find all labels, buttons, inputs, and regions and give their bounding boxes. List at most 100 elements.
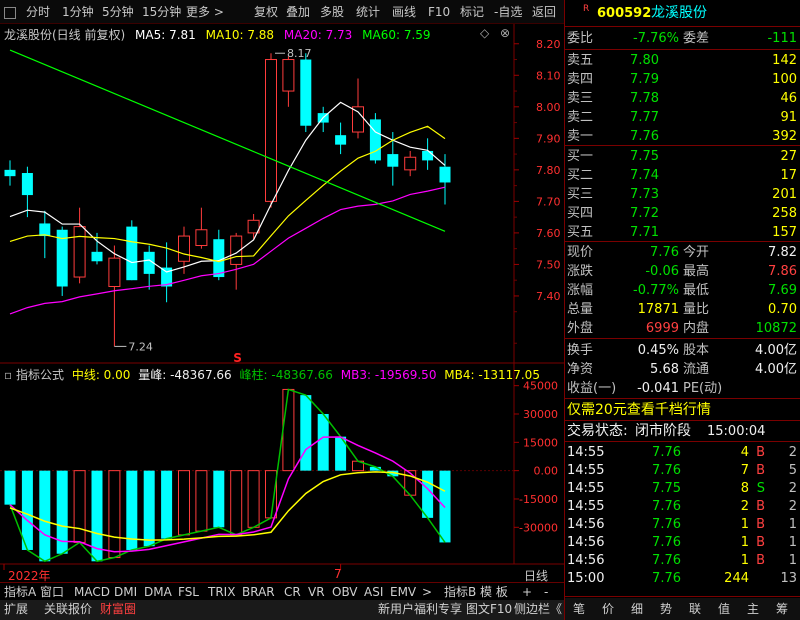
stat-label: 最高 (683, 264, 710, 279)
sidebar-toggle[interactable]: 侧边栏《 (514, 600, 562, 619)
kline-chart[interactable]: 8.17 7.24 S 8.20 8.10 8.00 7.90 7.80 7.70 7.60 7.… (0, 24, 564, 582)
candle-body (265, 59, 277, 202)
wealth-circle-tab[interactable]: 财富圈 (100, 600, 136, 619)
ask-label: 卖五 (567, 53, 594, 68)
tick-price: 7.76 (652, 499, 681, 514)
indicator-toggle-icon[interactable]: ▫ (4, 368, 12, 382)
back-button[interactable]: 返回 (532, 0, 556, 24)
tab-more[interactable]: 更多 > (186, 0, 224, 24)
ask-price: 7.78 (630, 91, 659, 106)
chart-close-icon[interactable]: ⊗ (500, 26, 510, 40)
indicator-tabs: 指标A 窗口 MACD DMI DMA FSL TRIX BRAR CR VR … (0, 582, 564, 602)
panel-tabs: 笔价细势联值主筹 (565, 598, 800, 620)
liangfeng-label: 量峰: -48367.66 (138, 368, 232, 382)
chart-settings-icon[interactable]: ◇ (480, 26, 489, 40)
fengzhu-label: 峰柱: -48367.66 (239, 368, 333, 382)
stat-label: 量比 (683, 302, 710, 317)
candle-body (39, 223, 51, 237)
indicator-name[interactable]: 指标公式 (16, 368, 64, 382)
tick-side: B (756, 445, 765, 460)
promo-row[interactable]: 仅需20元查看千档行情 (565, 401, 800, 420)
mark-button[interactable]: 标记 (460, 0, 484, 24)
price-tick-label: 7.50 (536, 258, 561, 271)
stat-row: 外盘 6999 内盘 10872 (565, 319, 800, 338)
tick-time: 14:56 (567, 553, 605, 568)
stat-value: 4.00亿 (755, 362, 797, 377)
candle-body (282, 59, 295, 92)
tick-time: 14:55 (567, 463, 605, 478)
ask-label: 卖四 (567, 72, 594, 87)
expand-tab[interactable]: 扩展 (4, 600, 28, 619)
tick-count: 1 (788, 553, 797, 568)
indicator-bar (317, 413, 329, 471)
bid-volume: 201 (772, 187, 797, 202)
new-user-promo-link[interactable]: 新用户福利专享 (378, 600, 462, 619)
tick-count: 5 (788, 463, 797, 478)
tick-price: 7.76 (652, 463, 681, 478)
tab-15min[interactable]: 15分钟 (142, 0, 181, 24)
tick-price: 7.75 (652, 481, 681, 496)
trade-time: 15:00:04 (707, 424, 766, 439)
related-quotes-tab[interactable]: 关联报价 (44, 600, 92, 619)
panel-tab[interactable]: 价 (602, 600, 614, 619)
bid-row: 买三 7.73 201 (565, 185, 800, 204)
f10-button[interactable]: F10 (428, 0, 450, 24)
tick-volume: 1 (740, 517, 749, 532)
high-marker-label: 8.17 (287, 47, 312, 60)
indicator-bar (178, 470, 190, 536)
tab-1min[interactable]: 1分钟 (62, 0, 94, 24)
statistics-button[interactable]: 统计 (356, 0, 380, 24)
toolbar-toggle-icon[interactable] (4, 0, 16, 24)
candle-body (195, 229, 208, 247)
remove-watchlist-button[interactable]: -自选 (494, 0, 522, 24)
tick-count: 2 (788, 445, 797, 460)
panel-tab[interactable]: 值 (718, 600, 730, 619)
bid-label: 买一 (567, 149, 594, 164)
panel-tab[interactable]: 笔 (573, 600, 585, 619)
stat-value: 7.69 (768, 283, 797, 298)
panel-tab[interactable]: 细 (631, 600, 643, 619)
tick-price: 7.76 (652, 553, 681, 568)
panel-tab[interactable]: 联 (689, 600, 701, 619)
draw-line-button[interactable]: 画线 (392, 0, 416, 24)
restore-rights-button[interactable]: 复权 (254, 0, 278, 24)
stat-value: 7.86 (768, 264, 797, 279)
tick-side: S (756, 481, 765, 496)
panel-tab[interactable]: 势 (660, 600, 672, 619)
indicator-bar (195, 470, 208, 532)
tab-5min[interactable]: 5分钟 (102, 0, 134, 24)
multi-stock-button[interactable]: 多股 (320, 0, 344, 24)
stat-row: 涨跌 -0.06 最高 7.86 (565, 262, 800, 281)
overlay-button[interactable]: 叠加 (286, 0, 310, 24)
stat-label: 收益(一) (567, 381, 617, 396)
price-tick-label: 7.70 (536, 195, 561, 208)
ask-label: 卖三 (567, 91, 594, 106)
stat-label: 净资 (567, 362, 594, 377)
tick-row: 14:55 7.76 2 B 2 (565, 497, 800, 516)
bid-price: 7.74 (630, 168, 659, 183)
indicator-bar (422, 470, 434, 518)
tab-intraday[interactable]: 分时 (26, 0, 50, 24)
indicator-bar (108, 470, 121, 559)
indicator-bar (39, 470, 51, 562)
promo-text[interactable]: 仅需20元查看千档行情 (567, 401, 711, 420)
panel-tab[interactable]: 主 (747, 600, 759, 619)
stat-label: 总量 (567, 302, 594, 317)
bid-label: 买四 (567, 206, 594, 221)
stat-value: 5.68 (650, 362, 679, 377)
sell-signal-marker: S (233, 351, 242, 365)
main-chart-legend: 龙溪股份(日线 前复权) MA5: 7.81 MA10: 7.88 MA20: … (4, 26, 431, 43)
tick-count: 1 (788, 535, 797, 550)
axes: 8.208.108.007.907.807.707.607.507.404500… (3, 38, 561, 570)
panel-tab[interactable]: 筹 (776, 600, 788, 619)
mb3-label: MB3: -19569.50 (340, 368, 437, 382)
ask-row: 卖三 7.78 46 (565, 89, 800, 108)
graphic-f10-link[interactable]: 图文F10 (466, 600, 512, 619)
tick-volume: 4 (740, 445, 749, 460)
tick-time: 14:55 (567, 445, 605, 460)
stat-value: -0.06 (645, 264, 679, 279)
stat-value: 17871 (637, 302, 679, 317)
tick-row: 14:56 7.76 1 B 1 (565, 551, 800, 570)
tick-time: 15:00 (567, 571, 605, 586)
candle-body (422, 150, 434, 161)
